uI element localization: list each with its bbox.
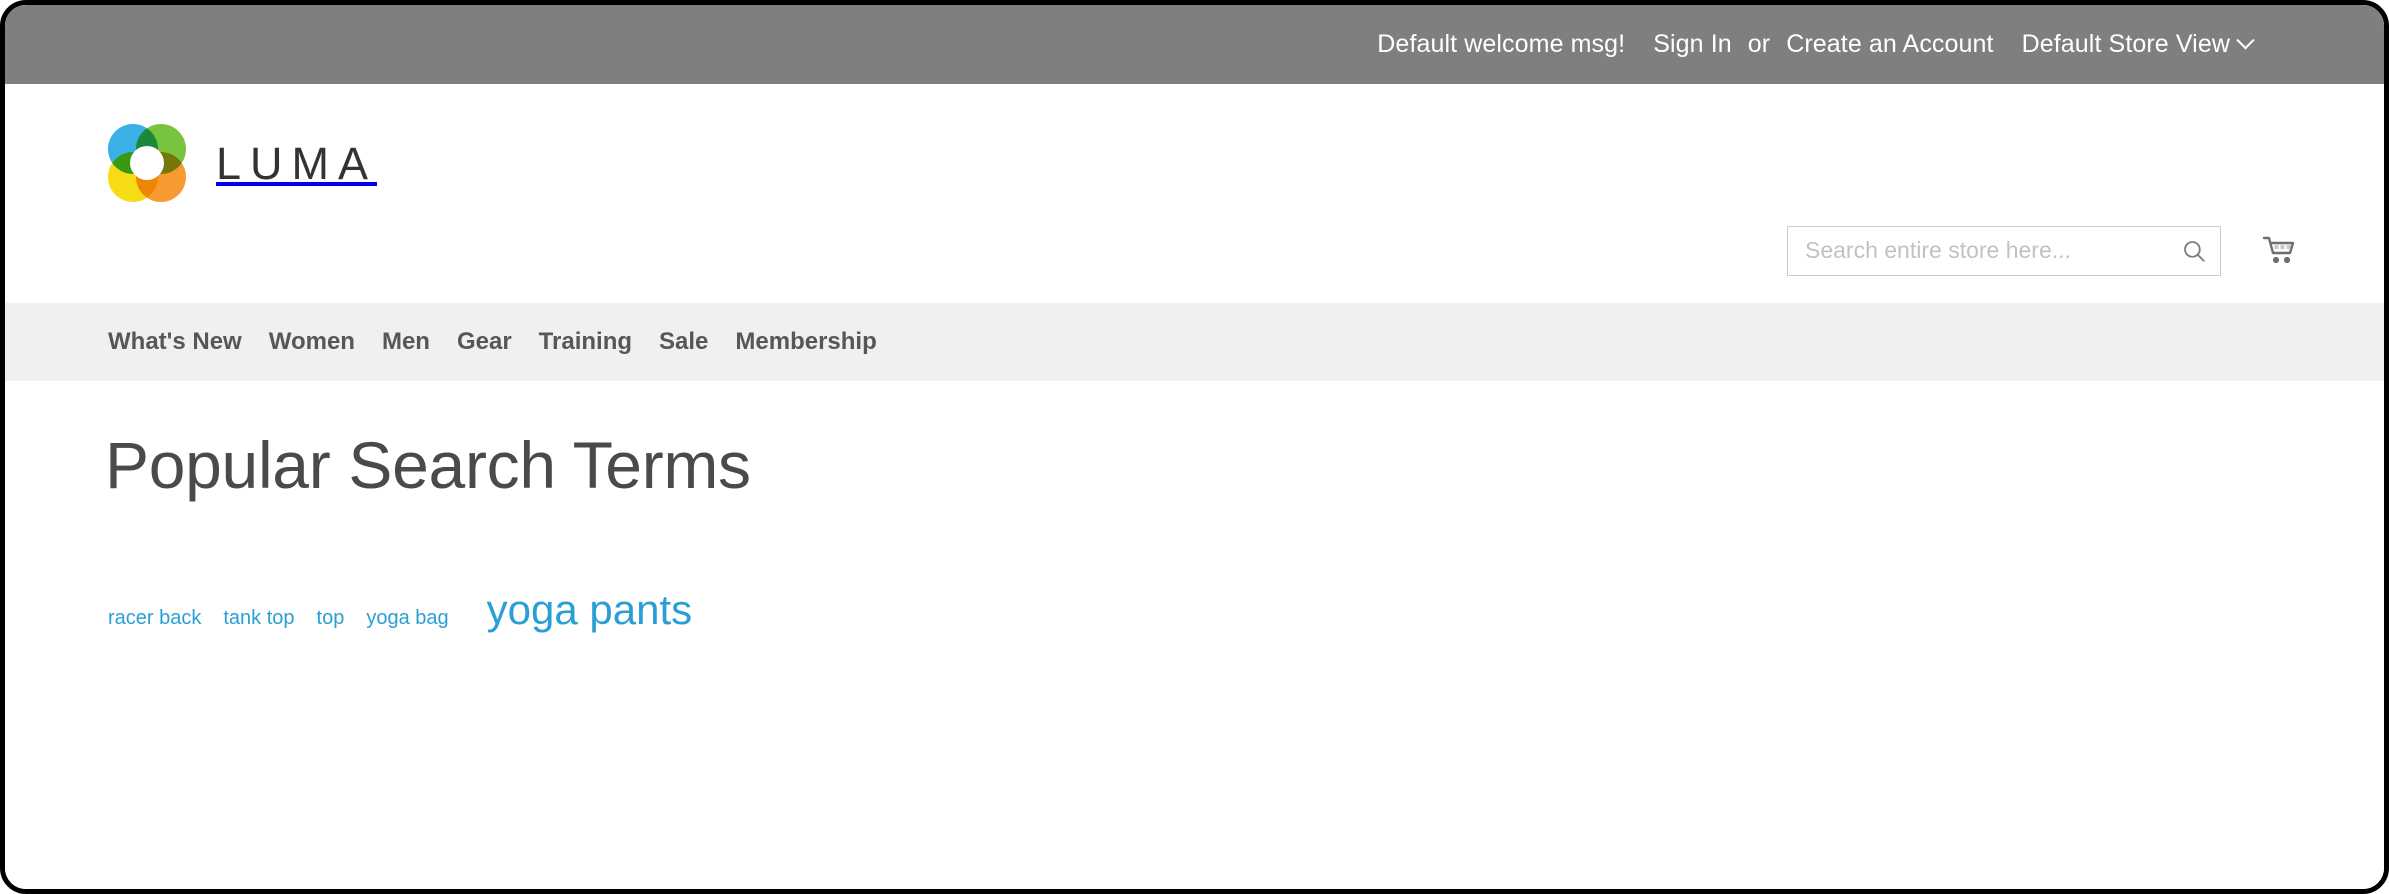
logo-center-hole: [130, 146, 164, 180]
luma-logo-icon: [108, 124, 186, 202]
search-submit-button[interactable]: [2174, 232, 2214, 270]
main-navigation-bar: What's New Women Men Gear Training Sale …: [5, 303, 2384, 381]
search-box[interactable]: [1787, 226, 2221, 276]
search-icon: [2181, 238, 2207, 264]
nav-item-whats-new[interactable]: What's New: [108, 330, 269, 354]
site-header: LUMA: [5, 84, 2384, 303]
nav-link-membership[interactable]: Membership: [735, 330, 903, 354]
nav-item-men[interactable]: Men: [382, 330, 457, 354]
top-utility-bar: Default welcome msg! Sign In or Create a…: [5, 5, 2384, 84]
search-term-link[interactable]: tank top: [223, 608, 294, 628]
or-separator-label: or: [1748, 32, 1770, 57]
shopping-cart-icon: [2262, 235, 2296, 267]
nav-link-women[interactable]: Women: [269, 330, 382, 354]
nav-link-men[interactable]: Men: [382, 330, 457, 354]
search-term-link[interactable]: yoga bag: [366, 608, 448, 628]
search-term-link[interactable]: yoga pants: [487, 589, 693, 631]
chevron-down-icon: [2236, 31, 2254, 49]
create-account-link[interactable]: Create an Account: [1786, 32, 1993, 57]
luma-logo-link[interactable]: LUMA: [108, 124, 377, 202]
search-term-link[interactable]: top: [317, 608, 345, 628]
nav-item-training[interactable]: Training: [539, 330, 659, 354]
top-utility-bar-content: Default welcome msg! Sign In or Create a…: [1377, 5, 2252, 84]
search-term-link[interactable]: racer back: [108, 608, 201, 628]
main-content: Popular Search Terms racer back tank top…: [5, 381, 2384, 889]
nav-link-gear[interactable]: Gear: [457, 330, 539, 354]
nav-link-whats-new[interactable]: What's New: [108, 330, 269, 354]
page-title: Popular Search Terms: [105, 431, 751, 500]
nav-link-training[interactable]: Training: [539, 330, 659, 354]
nav-item-gear[interactable]: Gear: [457, 330, 539, 354]
store-view-switcher[interactable]: Default Store View: [2022, 32, 2252, 57]
search-terms-cloud: racer back tank top top yoga bag yoga pa…: [108, 589, 692, 631]
nav-link-sale[interactable]: Sale: [659, 330, 735, 354]
sign-in-link[interactable]: Sign In: [1653, 32, 1732, 57]
search-input[interactable]: [1788, 227, 2178, 274]
nav-item-sale[interactable]: Sale: [659, 330, 735, 354]
browser-window-frame: Default welcome msg! Sign In or Create a…: [0, 0, 2389, 894]
cart-button[interactable]: [2253, 226, 2305, 276]
logo-wordmark: LUMA: [216, 141, 377, 186]
store-view-label: Default Store View: [2022, 32, 2230, 57]
main-navigation-list: What's New Women Men Gear Training Sale …: [108, 303, 904, 381]
page-root: Default welcome msg! Sign In or Create a…: [5, 5, 2384, 889]
nav-item-membership[interactable]: Membership: [735, 330, 903, 354]
welcome-message: Default welcome msg!: [1377, 32, 1625, 57]
nav-item-women[interactable]: Women: [269, 330, 382, 354]
